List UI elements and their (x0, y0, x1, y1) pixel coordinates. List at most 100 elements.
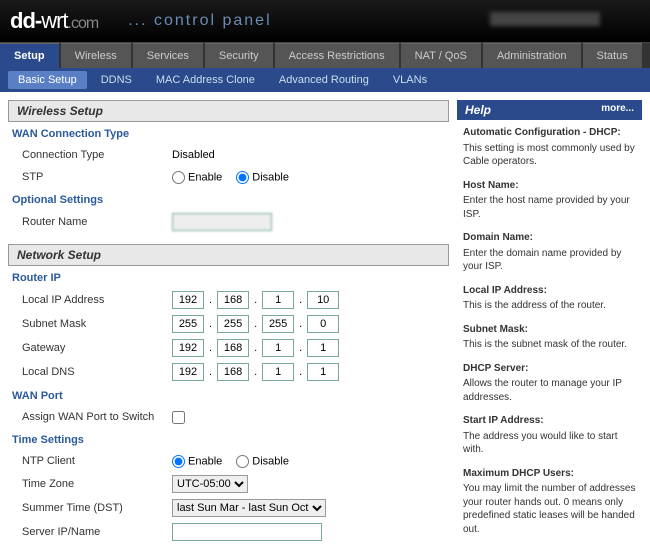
help-item: Start IP Address: The address you would l… (463, 414, 636, 457)
help-item-text: The address you would like to start with… (463, 431, 618, 456)
logo: dd-wrt.com (10, 8, 98, 34)
local-ip-octet-3[interactable] (262, 291, 294, 309)
local-ip-octet-1[interactable] (172, 291, 204, 309)
local-dns-octet-4[interactable] (307, 363, 339, 381)
label-assign-wan: Assign WAN Port to Switch (22, 411, 172, 423)
ip-dot: . (254, 294, 257, 306)
help-item-text: This is the address of the router. (463, 300, 606, 311)
help-item: DHCP Server: Allows the router to manage … (463, 362, 636, 405)
section-network-setup: Network Setup (8, 244, 449, 266)
tab-nat-qos[interactable]: NAT / QoS (401, 43, 481, 68)
subtab-basic-setup[interactable]: Basic Setup (8, 71, 87, 89)
help-item-heading: Automatic Configuration - DHCP: (463, 126, 636, 140)
ntp-enable-label: Enable (188, 455, 222, 467)
tab-administration[interactable]: Administration (483, 43, 581, 68)
subnet-mask-octet-3[interactable] (262, 315, 294, 333)
subtab-advanced-routing[interactable]: Advanced Routing (269, 71, 379, 89)
label-server: Server IP/Name (22, 526, 172, 538)
assign-wan-checkbox[interactable] (172, 411, 185, 424)
label-dst: Summer Time (DST) (22, 502, 172, 514)
local-ip-octet-2[interactable] (217, 291, 249, 309)
sub-tabs: Basic SetupDDNSMAC Address CloneAdvanced… (0, 68, 650, 92)
tab-setup[interactable]: Setup (0, 43, 59, 68)
group-time-settings: Time Settings (12, 434, 449, 446)
tab-security[interactable]: Security (205, 43, 273, 68)
ip-dot: . (254, 318, 257, 330)
label-timezone: Time Zone (22, 478, 172, 490)
help-item: Domain Name: Enter the domain name provid… (463, 231, 636, 274)
help-item-heading: Domain Name: (463, 231, 636, 245)
help-more-link[interactable]: more... (601, 103, 634, 117)
help-item-heading: Local IP Address: (463, 284, 636, 298)
help-item-heading: DHCP Server: (463, 362, 636, 376)
ip-dot: . (209, 318, 212, 330)
label-router-name: Router Name (22, 216, 172, 228)
group-wan-port: WAN Port (12, 390, 449, 402)
gateway-octet-3[interactable] (262, 339, 294, 357)
timezone-select[interactable]: UTC-05:00 (172, 475, 248, 493)
gateway-octet-1[interactable] (172, 339, 204, 357)
help-item: Local IP Address: This is the address of … (463, 284, 636, 313)
subtab-mac-address-clone[interactable]: MAC Address Clone (146, 71, 265, 89)
tab-status[interactable]: Status (583, 43, 642, 68)
help-item-heading: Start IP Address: (463, 414, 636, 428)
ip-dot: . (209, 294, 212, 306)
stp-disable-label: Disable (252, 171, 289, 183)
label-gateway: Gateway (22, 342, 172, 354)
stp-enable-radio[interactable] (172, 171, 185, 184)
help-item-text: This is the subnet mask of the router. (463, 339, 627, 350)
main-content: Wireless Setup WAN Connection Type Conne… (8, 100, 449, 552)
help-item: Subnet Mask: This is the subnet mask of t… (463, 323, 636, 352)
local-dns-octet-2[interactable] (217, 363, 249, 381)
subnet-mask-octet-2[interactable] (217, 315, 249, 333)
dst-select[interactable]: last Sun Mar - last Sun Oct (172, 499, 326, 517)
app-header: dd-wrt.com ... control panel (0, 0, 650, 42)
tab-access-restrictions[interactable]: Access Restrictions (275, 43, 399, 68)
logo-dd: dd (10, 8, 35, 33)
section-wireless-setup: Wireless Setup (8, 100, 449, 122)
label-connection-type: Connection Type (22, 149, 172, 161)
help-item-text: Enter the host name provided by your ISP… (463, 195, 630, 220)
help-item-heading: Subnet Mask: (463, 323, 636, 337)
label-local-ip: Local IP Address (22, 294, 172, 306)
header-info-blur (490, 12, 600, 26)
help-item-text: Enter the domain name provided by your I… (463, 248, 621, 273)
label-stp: STP (22, 171, 172, 183)
router-name-input[interactable] (172, 213, 272, 231)
help-item-text: Allows the router to manage your IP addr… (463, 378, 622, 403)
label-local-dns: Local DNS (22, 366, 172, 378)
tab-wireless[interactable]: Wireless (61, 43, 131, 68)
value-connection-type: Disabled (172, 149, 449, 161)
logo-wrt: wrt (41, 8, 67, 33)
ip-dot: . (299, 342, 302, 354)
local-dns-octet-1[interactable] (172, 363, 204, 381)
server-input[interactable] (172, 523, 322, 541)
header-subtitle: ... control panel (128, 12, 271, 30)
help-item-heading: Host Name: (463, 179, 636, 193)
subnet-mask-octet-4[interactable] (307, 315, 339, 333)
main-tabs: SetupWirelessServicesSecurityAccess Rest… (0, 42, 650, 68)
local-dns-octet-3[interactable] (262, 363, 294, 381)
help-item-text: This setting is most commonly used by Ca… (463, 143, 635, 168)
subtab-vlans[interactable]: VLANs (383, 71, 437, 89)
help-item-heading: Maximum DHCP Users: (463, 467, 636, 481)
label-subnet-mask: Subnet Mask (22, 318, 172, 330)
stp-disable-radio[interactable] (236, 171, 249, 184)
help-item-text: You may limit the number of addresses yo… (463, 483, 636, 535)
group-optional: Optional Settings (12, 194, 449, 206)
subtab-ddns[interactable]: DDNS (91, 71, 142, 89)
tab-services[interactable]: Services (133, 43, 203, 68)
subnet-mask-octet-1[interactable] (172, 315, 204, 333)
gateway-octet-2[interactable] (217, 339, 249, 357)
ip-dot: . (254, 342, 257, 354)
local-ip-octet-4[interactable] (307, 291, 339, 309)
logo-dot: .com (68, 15, 99, 32)
group-router-ip: Router IP (12, 272, 449, 284)
ip-dot: . (254, 366, 257, 378)
ntp-enable-radio[interactable] (172, 455, 185, 468)
help-item: Maximum DHCP Users: You may limit the num… (463, 467, 636, 537)
gateway-octet-4[interactable] (307, 339, 339, 357)
ntp-disable-radio[interactable] (236, 455, 249, 468)
help-panel: Help more... Automatic Configuration - D… (457, 100, 642, 552)
ip-dot: . (209, 342, 212, 354)
